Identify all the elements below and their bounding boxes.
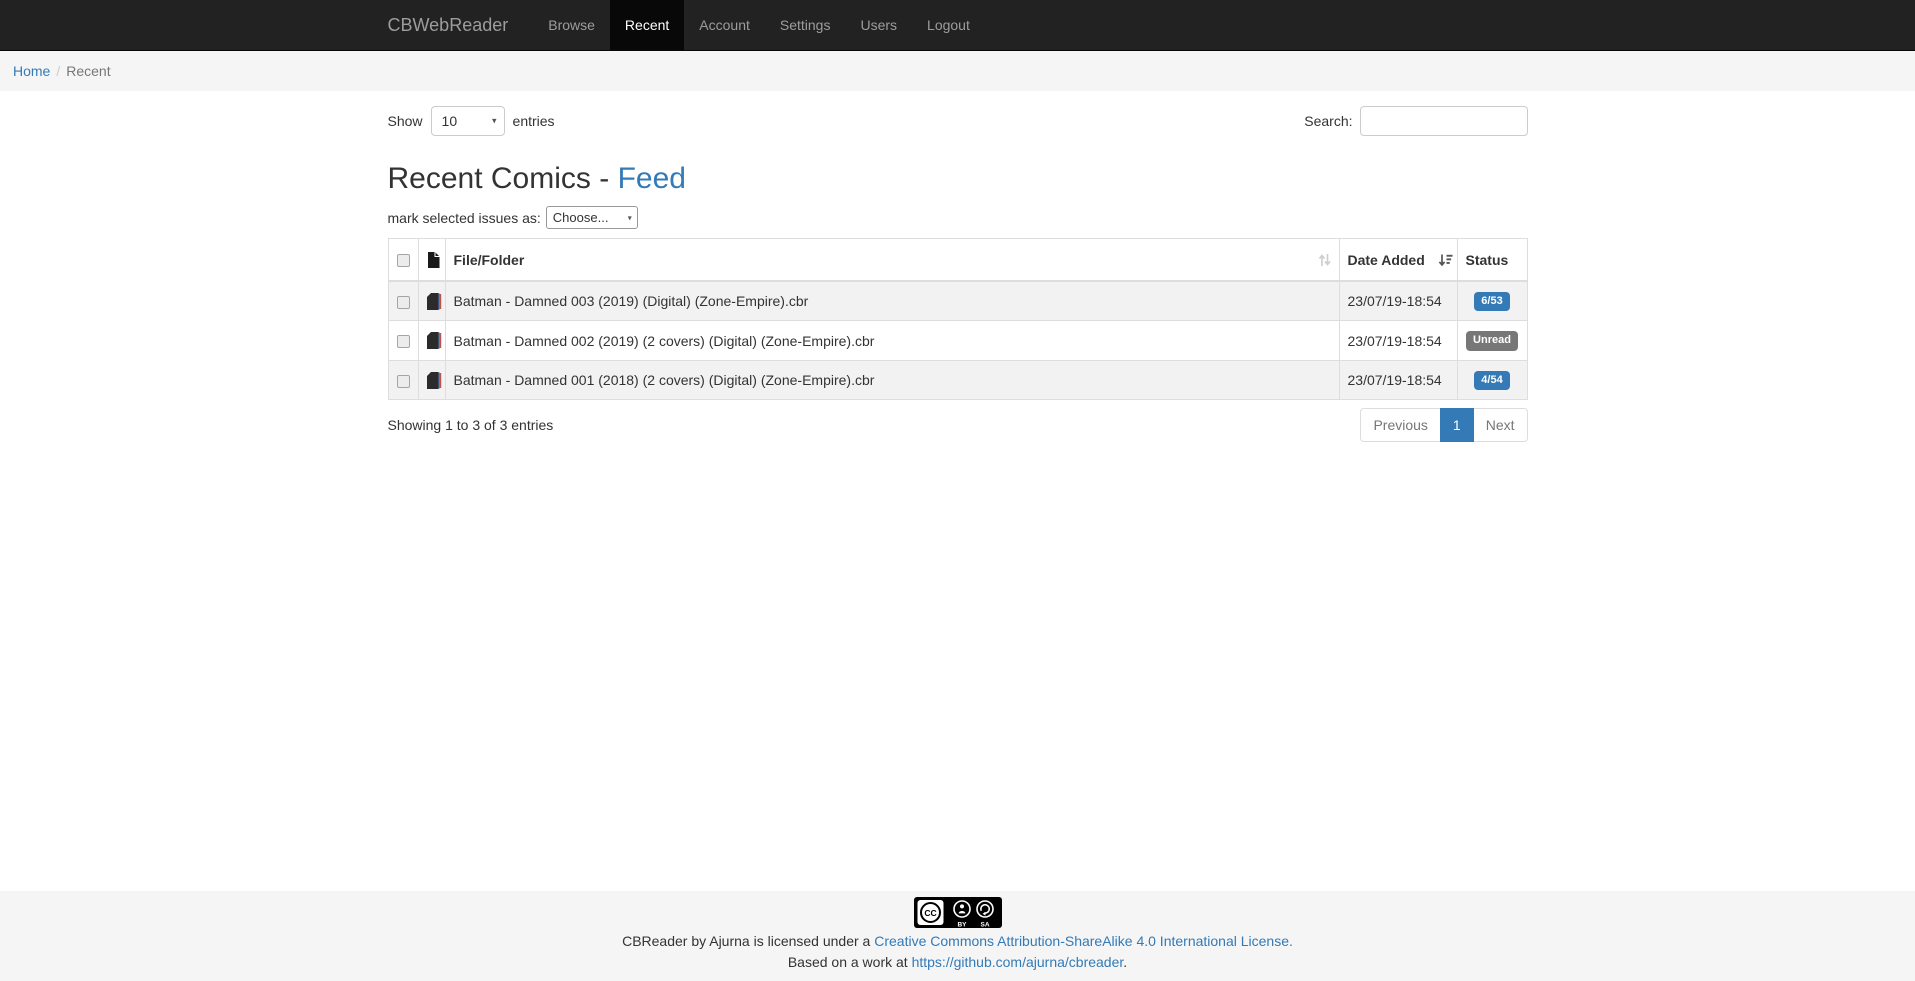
table-controls: Show 10 ▾ entries Search: xyxy=(388,106,1528,136)
book-icon xyxy=(427,372,442,389)
table-footer: Showing 1 to 3 of 3 entries Previous 1 N… xyxy=(388,408,1528,442)
search-control: Search: xyxy=(1304,106,1527,136)
row-checkbox[interactable] xyxy=(397,296,410,309)
github-link[interactable]: https://github.com/ajurna/cbreader xyxy=(912,954,1124,970)
nav-item-settings[interactable]: Settings xyxy=(765,0,846,50)
nav-item-browse[interactable]: Browse xyxy=(533,0,610,50)
table-header-row: File/Folder Date Added Status xyxy=(388,239,1527,282)
breadcrumb-separator: / xyxy=(56,63,60,79)
status-badge: 4/54 xyxy=(1474,371,1509,390)
pagination: Previous 1 Next xyxy=(1360,408,1527,442)
navbar: CBWebReader Browse Recent Account Settin… xyxy=(0,0,1915,51)
file-icon xyxy=(427,252,440,268)
license-line: CBReader by Ajurna is licensed under a C… xyxy=(0,931,1915,951)
mark-selected-control: mark selected issues as: Choose... ▾ xyxy=(388,206,1528,229)
page-title: Recent Comics - Feed xyxy=(388,162,1528,196)
pagination-previous[interactable]: Previous xyxy=(1360,408,1440,442)
nav-item-users[interactable]: Users xyxy=(845,0,912,50)
status-header-label: Status xyxy=(1466,252,1509,268)
book-icon xyxy=(427,332,442,349)
status-badge: Unread xyxy=(1466,331,1518,350)
feed-link[interactable]: Feed xyxy=(618,162,686,195)
table-row: Batman - Damned 002 (2019) (2 covers) (D… xyxy=(388,321,1527,360)
search-label: Search: xyxy=(1304,113,1352,129)
source-line: Based on a work at https://github.com/aj… xyxy=(0,952,1915,972)
nav-item-recent[interactable]: Recent xyxy=(610,0,684,50)
nav-item-account[interactable]: Account xyxy=(684,0,765,50)
person-icon xyxy=(960,904,964,908)
table-info: Showing 1 to 3 of 3 entries xyxy=(388,417,554,433)
file-folder-header-label: File/Folder xyxy=(454,252,525,268)
select-all-checkbox[interactable] xyxy=(397,254,410,267)
book-icon xyxy=(427,293,442,310)
date-added-cell: 23/07/19-18:54 xyxy=(1339,321,1457,360)
breadcrumb: Home / Recent xyxy=(0,51,1915,91)
mark-selected-select[interactable]: Choose... xyxy=(546,206,638,229)
pagination-page-1[interactable]: 1 xyxy=(1441,408,1474,442)
file-name[interactable]: Batman - Damned 001 (2018) (2 covers) (D… xyxy=(445,360,1339,399)
page-length-control: Show 10 ▾ entries xyxy=(388,106,555,136)
cc-license-badge[interactable]: CC BY SA xyxy=(914,897,1002,928)
date-added-cell: 23/07/19-18:54 xyxy=(1339,360,1457,399)
breadcrumb-home-link[interactable]: Home xyxy=(13,63,50,79)
file-name[interactable]: Batman - Damned 003 (2019) (Digital) (Zo… xyxy=(445,281,1339,321)
icon-header xyxy=(418,239,445,282)
source-text-suffix: . xyxy=(1123,954,1127,970)
source-text: Based on a work at xyxy=(788,954,912,970)
page: CBWebReader Browse Recent Account Settin… xyxy=(0,0,1915,981)
comics-table: File/Folder Date Added Status xyxy=(388,238,1528,400)
table-row: Batman - Damned 003 (2019) (Digital) (Zo… xyxy=(388,281,1527,321)
mark-selected-label: mark selected issues as: xyxy=(388,210,541,226)
cc-sa-text: SA xyxy=(980,922,989,929)
main-content: Show 10 ▾ entries Search: Recent Comics … xyxy=(0,91,1915,891)
pagination-next[interactable]: Next xyxy=(1474,408,1528,442)
row-checkbox[interactable] xyxy=(397,375,410,388)
table-row: Batman - Damned 001 (2018) (2 covers) (D… xyxy=(388,360,1527,399)
cc-license-link[interactable]: Creative Commons Attribution-ShareAlike … xyxy=(874,933,1293,949)
column-header-status: Status xyxy=(1457,239,1527,282)
breadcrumb-current: Recent xyxy=(66,63,110,79)
navbar-menu: Browse Recent Account Settings Users Log… xyxy=(533,0,985,50)
row-checkbox[interactable] xyxy=(397,335,410,348)
column-header-file-folder[interactable]: File/Folder xyxy=(445,239,1339,282)
cc-by-text: BY xyxy=(957,922,967,929)
entries-label: entries xyxy=(513,113,555,129)
page-length-select[interactable]: 10 xyxy=(431,106,505,136)
license-text: CBReader by Ajurna is licensed under a xyxy=(622,933,874,949)
brand[interactable]: CBWebReader xyxy=(373,0,524,50)
select-all-header xyxy=(388,239,418,282)
cc-logo-text: CC xyxy=(924,908,936,918)
file-name[interactable]: Batman - Damned 002 (2019) (2 covers) (D… xyxy=(445,321,1339,360)
date-added-header-label: Date Added xyxy=(1348,252,1425,268)
date-added-cell: 23/07/19-18:54 xyxy=(1339,281,1457,321)
sort-unsorted-icon xyxy=(1318,253,1331,267)
status-badge: 6/53 xyxy=(1474,292,1509,311)
column-header-date-added[interactable]: Date Added xyxy=(1339,239,1457,282)
page-title-text: Recent Comics - xyxy=(388,162,618,195)
show-label: Show xyxy=(388,113,423,129)
footer: CC BY SA CBReader by Ajurna is licensed … xyxy=(0,891,1915,981)
search-input[interactable] xyxy=(1360,106,1528,136)
sort-descending-icon xyxy=(1438,254,1453,267)
nav-item-logout[interactable]: Logout xyxy=(912,0,985,50)
